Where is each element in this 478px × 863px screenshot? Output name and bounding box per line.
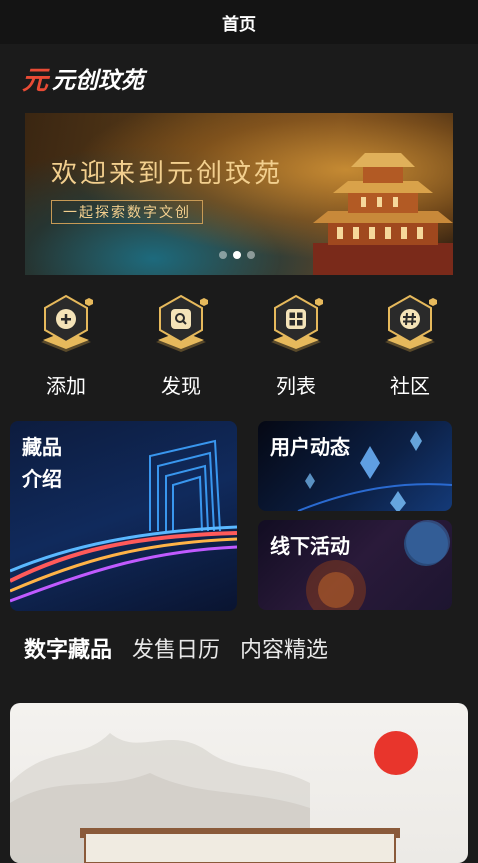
offline-event-card[interactable]: 线下活动 [258, 520, 452, 610]
banner-title: 欢迎来到元创玟苑 [51, 159, 284, 189]
tab-featured-content[interactable]: 内容精选 [240, 632, 328, 664]
carousel-dot[interactable] [247, 251, 255, 259]
logo-mark: 元 [22, 65, 49, 96]
quick-entry-community[interactable]: 社区 [355, 290, 465, 400]
status-bar: 首页 [0, 0, 478, 44]
quick-entry-list[interactable]: 列表 [241, 290, 351, 400]
carousel-dot-active[interactable] [233, 251, 241, 259]
grid-icon [271, 294, 323, 352]
banner-carousel[interactable]: 欢迎来到元创玟苑 一起探索数字文创 [25, 113, 453, 275]
plus-icon [41, 294, 93, 352]
content-tabs: 数字藏品 发售日历 内容精选 [24, 632, 328, 664]
quick-entry-add[interactable]: 添加 [11, 290, 121, 400]
logo-text: 元创玟苑 [52, 68, 145, 94]
tab-release-calendar[interactable]: 发售日历 [132, 632, 220, 664]
quick-entry-label: 列表 [276, 374, 316, 398]
carousel-indicator[interactable] [219, 251, 255, 259]
quick-entry-label: 社区 [390, 374, 430, 398]
quick-entry-label: 发现 [161, 374, 201, 398]
user-activity-title: 用户动态 [270, 435, 350, 459]
quick-entry-discover[interactable]: 发现 [126, 290, 236, 400]
banner-subtitle: 一起探索数字文创 [51, 200, 203, 224]
collection-intro-title: 藏品 介绍 [22, 431, 62, 495]
search-icon [156, 294, 208, 352]
hash-icon [385, 294, 437, 352]
page-title: 首页 [222, 14, 256, 35]
tab-digital-collectibles[interactable]: 数字藏品 [24, 632, 112, 664]
collection-intro-line1: 藏品 [22, 435, 62, 459]
quick-entry-label: 添加 [46, 374, 86, 398]
carousel-dot[interactable] [219, 251, 227, 259]
product-card[interactable] [10, 703, 468, 863]
app-logo: 元 元创玟苑 [22, 60, 144, 96]
collection-intro-line2: 介绍 [22, 467, 62, 491]
landscape-painting [10, 731, 418, 863]
collection-intro-card[interactable]: 藏品 介绍 [10, 421, 237, 611]
quick-entry-bar: 添加 发现 列表 社区 [0, 290, 478, 400]
user-activity-card[interactable]: 用户动态 [258, 421, 452, 511]
offline-event-title: 线下活动 [270, 534, 350, 558]
palace-illustration [313, 153, 453, 275]
